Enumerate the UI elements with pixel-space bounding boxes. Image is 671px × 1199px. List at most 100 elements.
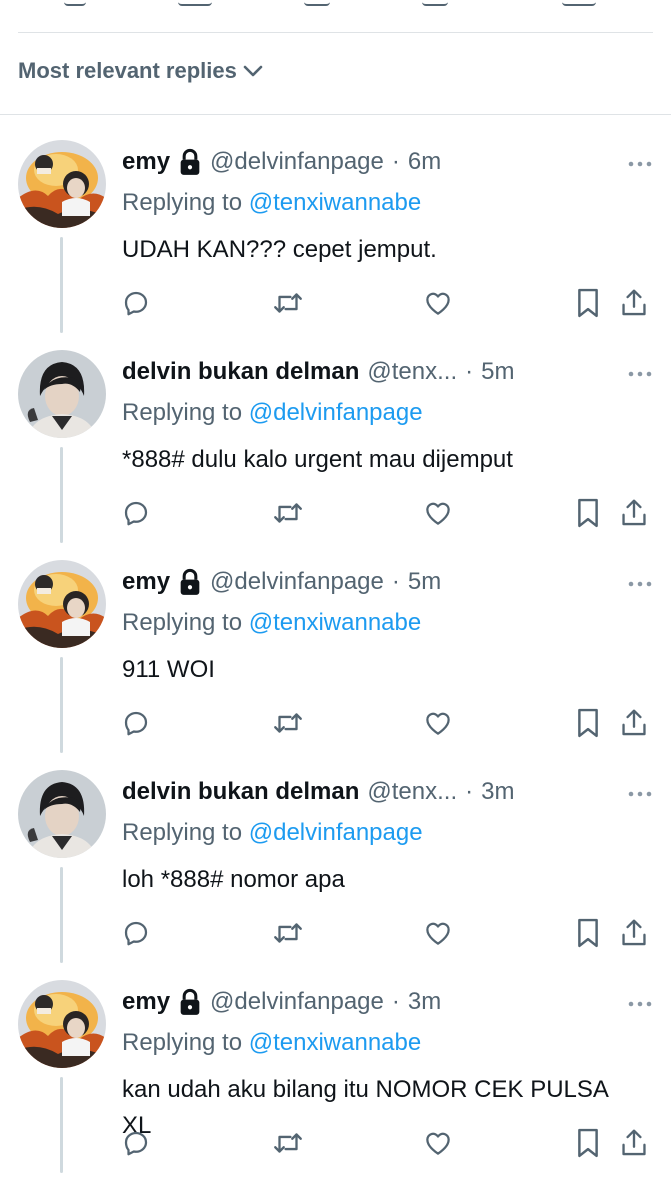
replying-prefix: Replying to: [122, 1029, 243, 1056]
thread-line: [60, 237, 63, 333]
more-icon[interactable]: [627, 785, 653, 803]
timestamp[interactable]: 5m: [481, 357, 514, 387]
username[interactable]: @delvinfanpage: [210, 567, 384, 597]
username[interactable]: @delvinfanpage: [210, 147, 384, 177]
bookmark-icon[interactable]: [570, 285, 606, 321]
timestamp[interactable]: 3m: [481, 777, 514, 807]
avatar[interactable]: [18, 140, 106, 228]
timestamp[interactable]: 5m: [408, 567, 441, 597]
like-icon[interactable]: [304, 0, 330, 6]
mention-link[interactable]: @tenxiwannabe: [249, 1029, 421, 1056]
mention-link[interactable]: @delvinfanpage: [249, 819, 423, 846]
retweet-icon[interactable]: [270, 285, 306, 321]
share-icon[interactable]: [616, 915, 652, 951]
replying-to: Replying to @tenxiwannabe: [122, 608, 421, 638]
action-bar: [118, 495, 658, 535]
thread-line: [60, 657, 63, 753]
reply-header: emy @delvinfanpage · 3m: [122, 987, 621, 1017]
replying-to: Replying to @delvinfanpage: [122, 818, 423, 848]
mention-link[interactable]: @tenxiwannabe: [249, 609, 421, 636]
reply-icon[interactable]: [118, 915, 154, 951]
display-name[interactable]: emy: [122, 987, 170, 1017]
thread-line: [60, 1077, 63, 1173]
reply-item[interactable]: delvin bukan delman @tenx... · 5m Replying t…: [0, 327, 671, 543]
reply-item[interactable]: emy @delvinfanpage · 5m Replying to @tenxiwa…: [0, 537, 671, 753]
bookmark-icon[interactable]: [570, 495, 606, 531]
action-bar: [118, 285, 658, 325]
reply-header: delvin bukan delman @tenx... · 5m: [122, 357, 621, 387]
mention-link[interactable]: @tenxiwannabe: [249, 189, 421, 216]
bookmark-icon[interactable]: [570, 1125, 606, 1161]
reply-text: UDAH KAN??? cepet jemput.: [122, 236, 437, 263]
replying-prefix: Replying to: [122, 189, 243, 216]
retweet-icon[interactable]: [270, 1125, 306, 1161]
separator-dot: ·: [465, 358, 474, 385]
reply-icon[interactable]: [118, 285, 154, 321]
bookmark-icon[interactable]: [422, 0, 448, 6]
display-name[interactable]: emy: [122, 147, 170, 177]
timestamp[interactable]: 3m: [408, 987, 441, 1017]
sort-replies-button[interactable]: Most relevant replies: [18, 58, 263, 84]
retweet-icon[interactable]: [178, 0, 212, 6]
reply-icon[interactable]: [64, 0, 86, 6]
username[interactable]: @delvinfanpage: [210, 987, 384, 1017]
bookmark-icon[interactable]: [570, 915, 606, 951]
display-name[interactable]: delvin bukan delman: [122, 777, 359, 807]
retweet-icon[interactable]: [270, 495, 306, 531]
thread-line: [60, 867, 63, 963]
reply-item[interactable]: emy @delvinfanpage · 6m Replying to @tenxiwa…: [0, 117, 671, 333]
sort-label: Most relevant replies: [18, 58, 237, 83]
share-icon[interactable]: [616, 1125, 652, 1161]
replying-to: Replying to @tenxiwannabe: [122, 1028, 421, 1058]
reply-icon[interactable]: [118, 705, 154, 741]
avatar[interactable]: [18, 980, 106, 1068]
separator-dot: ·: [391, 988, 400, 1015]
reply-item[interactable]: emy @delvinfanpage · 3m Replying to @tenxiwa…: [0, 957, 671, 1173]
share-icon[interactable]: [616, 495, 652, 531]
like-icon[interactable]: [420, 915, 456, 951]
like-icon[interactable]: [420, 495, 456, 531]
replying-to: Replying to @tenxiwannabe: [122, 188, 421, 218]
avatar[interactable]: [18, 560, 106, 648]
like-icon[interactable]: [420, 1125, 456, 1161]
reply-icon[interactable]: [118, 495, 154, 531]
lock-icon: [178, 148, 202, 176]
reply-text: loh *888# nomor apa: [122, 866, 345, 893]
username[interactable]: @tenx...: [367, 357, 457, 387]
reply-text: 911 WOI: [122, 656, 215, 683]
avatar[interactable]: [18, 350, 106, 438]
share-icon[interactable]: [616, 705, 652, 741]
avatar[interactable]: [18, 770, 106, 858]
like-icon[interactable]: [420, 705, 456, 741]
replying-prefix: Replying to: [122, 819, 243, 846]
action-bar: [118, 915, 658, 955]
chevron-down-icon: [243, 65, 263, 77]
display-name[interactable]: delvin bukan delman: [122, 357, 359, 387]
divider: [18, 32, 653, 33]
display-name[interactable]: emy: [122, 567, 170, 597]
reply-header: emy @delvinfanpage · 5m: [122, 567, 621, 597]
lock-icon: [178, 988, 202, 1016]
more-icon[interactable]: [627, 575, 653, 593]
bookmark-icon[interactable]: [570, 705, 606, 741]
retweet-icon[interactable]: [270, 915, 306, 951]
divider: [0, 114, 671, 115]
retweet-icon[interactable]: [270, 705, 306, 741]
action-bar: [118, 1125, 658, 1165]
username[interactable]: @tenx...: [367, 777, 457, 807]
mention-link[interactable]: @delvinfanpage: [249, 399, 423, 426]
reply-item[interactable]: delvin bukan delman @tenx... · 3m Replying t…: [0, 747, 671, 963]
replying-prefix: Replying to: [122, 399, 243, 426]
more-icon[interactable]: [627, 365, 653, 383]
share-icon[interactable]: [562, 0, 596, 6]
share-icon[interactable]: [616, 285, 652, 321]
reply-header: delvin bukan delman @tenx... · 3m: [122, 777, 621, 807]
timestamp[interactable]: 6m: [408, 147, 441, 177]
reply-icon[interactable]: [118, 1125, 154, 1161]
previous-tweet-actions: [0, 0, 671, 12]
separator-dot: ·: [391, 568, 400, 595]
like-icon[interactable]: [420, 285, 456, 321]
more-icon[interactable]: [627, 995, 653, 1013]
reply-header: emy @delvinfanpage · 6m: [122, 147, 621, 177]
more-icon[interactable]: [627, 155, 653, 173]
